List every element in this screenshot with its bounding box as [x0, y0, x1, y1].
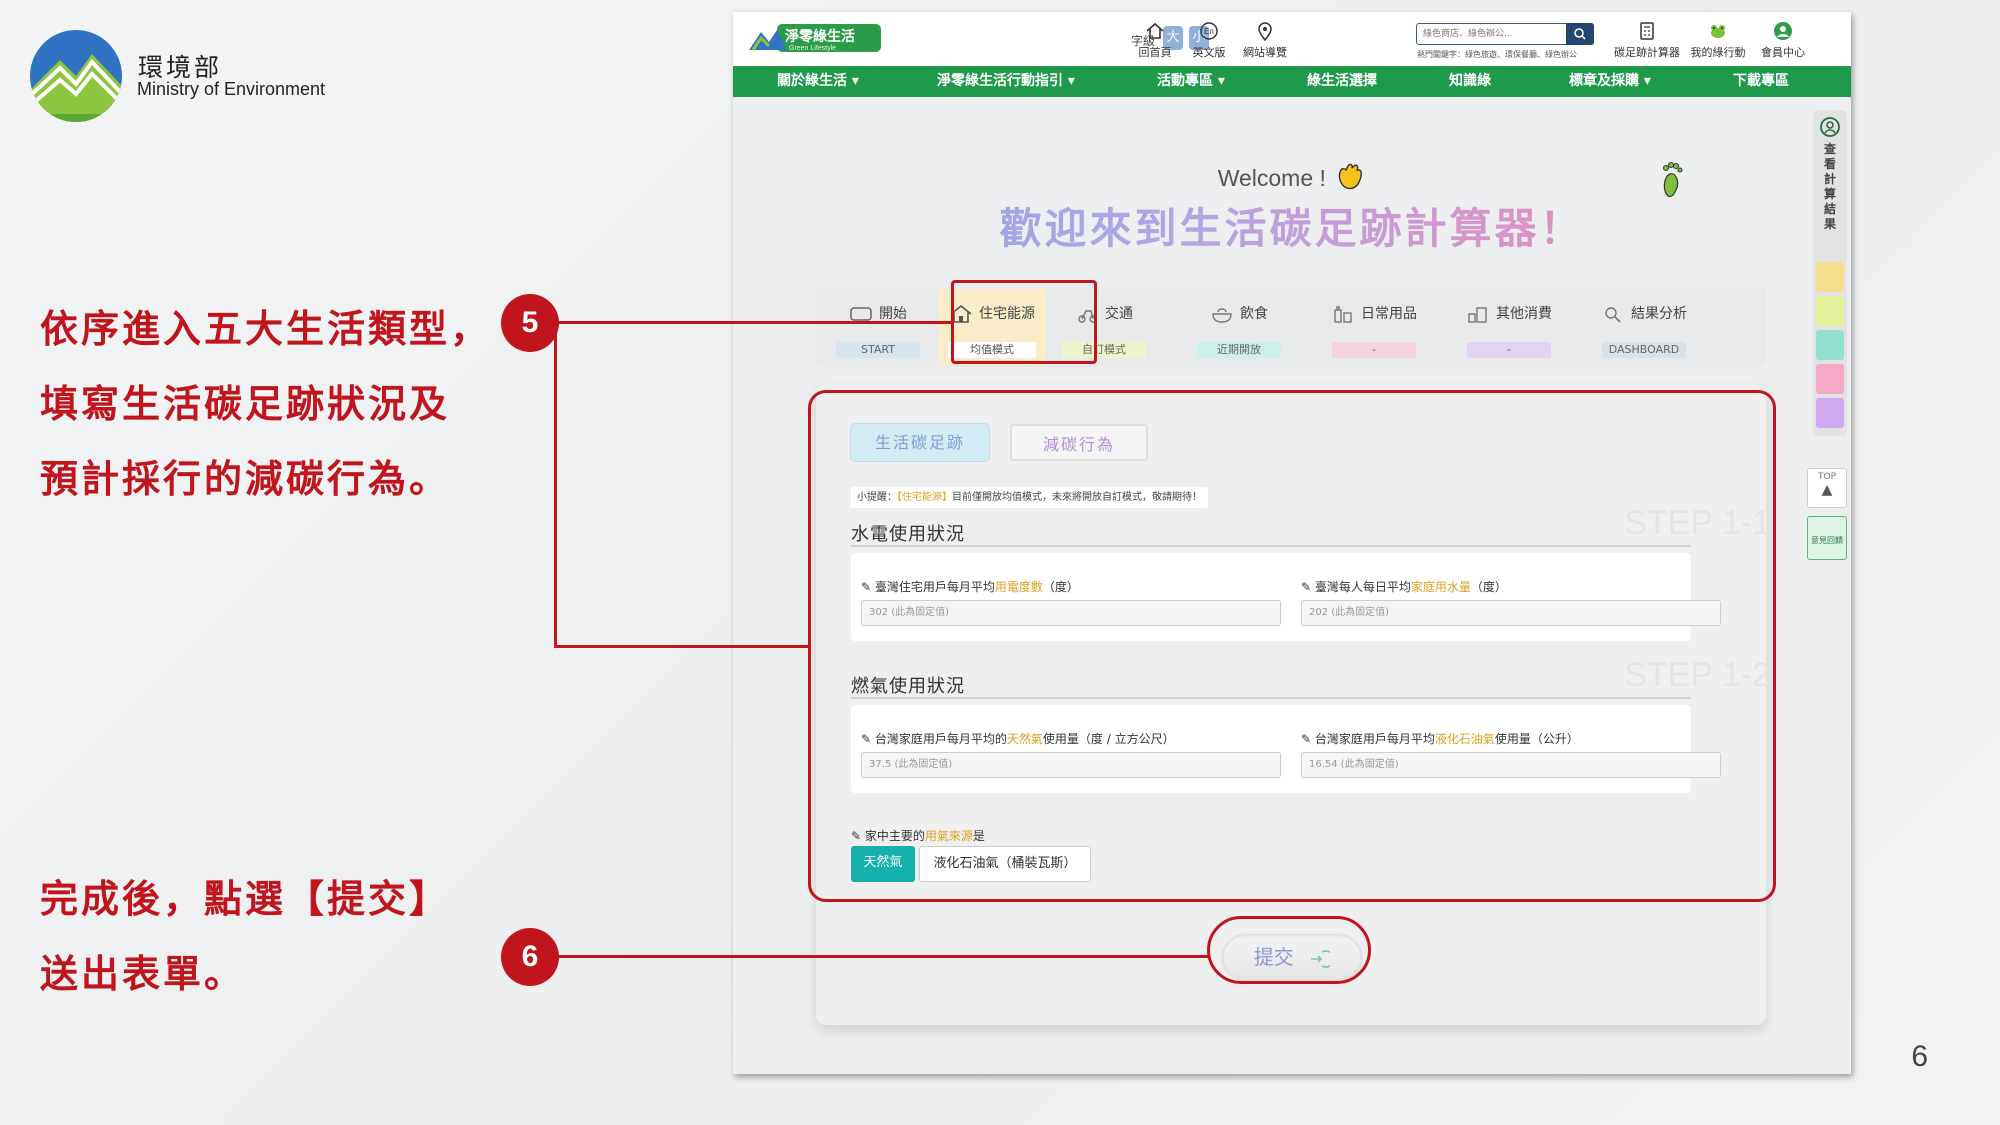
- step-badge-5: 5: [501, 294, 559, 352]
- other-consumption-icon: [1468, 307, 1487, 323]
- tab-results-label: 結果分析: [1631, 306, 1687, 322]
- frog-icon: [1711, 25, 1725, 38]
- tab-daily-goods[interactable]: 日常用品 -: [1324, 289, 1424, 365]
- search-input[interactable]: [1423, 27, 1563, 41]
- tab-results[interactable]: 結果分析 DASHBOARD: [1594, 289, 1694, 365]
- site-logo-sub: Green Lifestyle: [789, 45, 836, 52]
- search-icon: [1574, 28, 1586, 40]
- nav-events[interactable]: 活動專區 ▾: [1157, 66, 1225, 97]
- instruction-line: 依序進入五大生活類型，: [40, 307, 492, 351]
- side-goods-icon[interactable]: [1816, 364, 1844, 394]
- home-link-label: 回首頁: [1138, 46, 1172, 59]
- instruction-text-step6: 完成後，點選【提交】 送出表單。: [40, 862, 450, 1012]
- tab-other-consumption-label: 其他消費: [1496, 306, 1552, 322]
- nav-green-choice[interactable]: 綠生活選擇: [1307, 66, 1377, 97]
- highlight-home-energy-tab: [951, 280, 1097, 364]
- site-header: 淨零綠生活 Green Lifestyle 字級 大 小 回首頁 En 英文版 …: [733, 12, 1851, 66]
- tab-start-label: 開始: [879, 306, 907, 322]
- site-logo-text: 淨零綠生活: [785, 28, 855, 45]
- calculator-icon: [1640, 22, 1654, 40]
- search-hot-keywords: 熱門關鍵字：綠色旅遊、環保餐廳、綠色辦公: [1417, 50, 1577, 59]
- callout-line: [554, 321, 557, 647]
- user-icon: [1774, 22, 1792, 40]
- food-bowl-icon: [1212, 308, 1232, 323]
- map-pin-icon: [1258, 22, 1272, 42]
- nav-knowledge[interactable]: 知識綠: [1449, 66, 1491, 97]
- results-icon: [1605, 307, 1621, 323]
- side-house-icon[interactable]: [1816, 262, 1844, 292]
- tab-transport-label: 交通: [1105, 306, 1133, 322]
- sitemap-link[interactable]: 網站導覽: [1239, 20, 1291, 60]
- highlight-form-area: [808, 390, 1776, 902]
- welcome-text: Welcome !: [1217, 165, 1326, 191]
- tab-results-sub: DASHBOARD: [1602, 342, 1686, 358]
- my-green-action-label: 我的綠行動: [1690, 46, 1746, 59]
- nav-action-guide[interactable]: 淨零綠生活行動指引 ▾: [937, 66, 1075, 97]
- instruction-line: 填寫生活碳足跡狀況及: [40, 382, 451, 426]
- search-button[interactable]: [1566, 23, 1594, 45]
- home-link[interactable]: 回首頁: [1129, 20, 1181, 60]
- member-center-label: 會員中心: [1761, 46, 1805, 59]
- instruction-line: 送出表單。: [40, 952, 246, 996]
- carbon-calculator-link[interactable]: 碳足跡計算器: [1613, 20, 1681, 60]
- tab-start[interactable]: 開始 START: [828, 289, 928, 365]
- english-link-label: 英文版: [1192, 46, 1226, 59]
- callout-line: [557, 321, 951, 324]
- page-number: 6: [1911, 1040, 1928, 1073]
- tab-other-consumption[interactable]: 其他消費 -: [1459, 289, 1559, 365]
- tab-diet-label: 飲食: [1240, 306, 1268, 322]
- top-label: TOP: [1817, 472, 1836, 482]
- main-nav: 關於綠生活 ▾ 淨零綠生活行動指引 ▾ 活動專區 ▾ 綠生活選擇 知識綠 標章及…: [733, 66, 1851, 97]
- tab-daily-goods-title: 日常用品: [1324, 303, 1424, 324]
- instruction-line: 預計採行的減碳行為。: [40, 457, 451, 501]
- tab-results-title: 結果分析: [1594, 303, 1694, 324]
- member-center-link[interactable]: 會員中心: [1755, 20, 1811, 60]
- tab-daily-goods-label: 日常用品: [1361, 306, 1417, 322]
- site-logo-icon[interactable]: 淨零綠生活 Green Lifestyle: [747, 20, 883, 56]
- tab-daily-goods-sub: -: [1332, 342, 1416, 358]
- caret-up-icon: ▲: [1821, 482, 1833, 498]
- english-icon: En: [1200, 22, 1218, 40]
- back-to-top-button[interactable]: TOP ▲: [1807, 468, 1847, 508]
- step-badge-6: 6: [501, 928, 559, 986]
- results-side-panel: 查看計算結果: [1813, 110, 1847, 436]
- instruction-line: 完成後，點選【提交】: [40, 877, 451, 921]
- tab-diet[interactable]: 飲食 近期開放: [1189, 289, 1289, 365]
- highlight-submit-button: [1207, 916, 1371, 984]
- side-food-icon[interactable]: [1816, 330, 1844, 360]
- tab-start-sub: START: [836, 342, 920, 358]
- svg-text:En: En: [1204, 27, 1214, 36]
- waving-hand-icon: [1339, 163, 1363, 190]
- sitemap-link-label: 網站導覽: [1243, 46, 1287, 59]
- side-other-icon[interactable]: [1816, 398, 1844, 428]
- callout-line: [554, 645, 810, 648]
- tab-other-consumption-title: 其他消費: [1459, 303, 1559, 324]
- feedback-button[interactable]: 意見回饋: [1807, 516, 1847, 560]
- instruction-text-step5: 依序進入五大生活類型， 填寫生活碳足跡狀況及 預計採行的減碳行為。: [40, 292, 491, 517]
- site-search: [1416, 23, 1594, 45]
- calculator-headline: 歡迎來到生活碳足跡計算器！: [733, 195, 1851, 256]
- org-name-en: Ministry of Environment: [137, 79, 326, 99]
- nav-downloads[interactable]: 下載專區: [1733, 66, 1789, 97]
- english-link[interactable]: En 英文版: [1183, 20, 1235, 60]
- user-circle-icon[interactable]: [1819, 116, 1841, 138]
- carbon-calculator-label: 碳足跡計算器: [1614, 46, 1680, 59]
- home-icon: [1146, 22, 1164, 39]
- tab-diet-sub: 近期開放: [1197, 342, 1281, 358]
- tab-diet-title: 飲食: [1189, 303, 1289, 324]
- daily-goods-icon: [1334, 306, 1352, 323]
- nav-labels-procurement[interactable]: 標章及採購 ▾: [1569, 66, 1651, 97]
- tab-other-consumption-sub: -: [1467, 342, 1551, 358]
- callout-line: [557, 955, 1209, 958]
- nav-about[interactable]: 關於綠生活 ▾: [777, 66, 859, 97]
- view-results-link[interactable]: 查看計算結果: [1824, 142, 1838, 232]
- footprint-icon: [1663, 162, 1683, 198]
- my-green-action-link[interactable]: 我的綠行動: [1687, 20, 1749, 60]
- side-transport-icon[interactable]: [1816, 296, 1844, 326]
- ministry-logo-icon: [30, 30, 122, 122]
